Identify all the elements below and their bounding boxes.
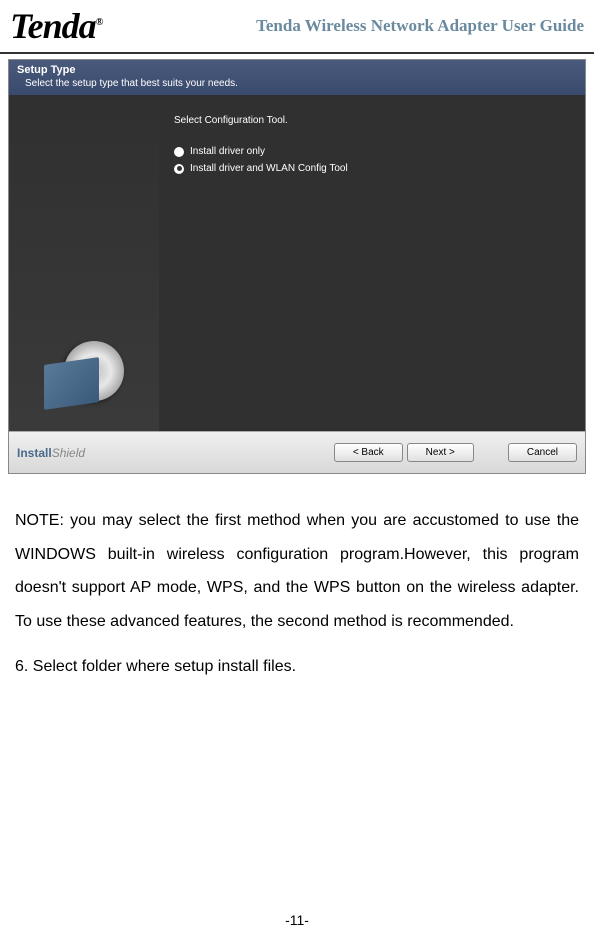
note-paragraph: NOTE: you may select the first method wh…: [0, 479, 594, 648]
installer-subtitle: Select the setup type that best suits yo…: [17, 76, 577, 89]
radio-icon-selected: [174, 164, 184, 174]
radio-option-driver-wlan[interactable]: Install driver and WLAN Config Tool: [174, 163, 570, 174]
logo-text: Tenda: [10, 6, 96, 46]
installer-body: Select Configuration Tool. Install drive…: [9, 95, 585, 431]
step-text: 6. Select folder where setup install fil…: [0, 648, 594, 687]
page-number: -11-: [285, 912, 309, 928]
tenda-logo: Tenda®: [10, 5, 110, 47]
radio-label-2: Install driver and WLAN Config Tool: [190, 163, 348, 174]
header-title: Tenda Wireless Network Adapter User Guid…: [256, 16, 584, 36]
installer-footer: InstallShield < Back Next > Cancel: [9, 431, 585, 473]
footer-buttons: < Back Next > Cancel: [334, 443, 577, 462]
brand-bold: Install: [17, 446, 52, 460]
page-header: Tenda® Tenda Wireless Network Adapter Us…: [0, 0, 594, 54]
back-button[interactable]: < Back: [334, 443, 403, 462]
installer-left-panel: [9, 95, 159, 431]
brand-light: Shield: [52, 446, 85, 460]
radio-option-driver-only[interactable]: Install driver only: [174, 146, 570, 157]
installer-right-panel: Select Configuration Tool. Install drive…: [159, 95, 585, 431]
radio-label-1: Install driver only: [190, 146, 265, 157]
next-button[interactable]: Next >: [407, 443, 474, 462]
radio-icon: [174, 147, 184, 157]
config-label: Select Configuration Tool.: [174, 115, 570, 126]
installer-window: Setup Type Select the setup type that be…: [8, 59, 586, 474]
cd-graphic-icon: [44, 341, 124, 401]
installer-header: Setup Type Select the setup type that be…: [9, 60, 585, 95]
logo-registered: ®: [96, 17, 102, 28]
installer-title: Setup Type: [17, 64, 577, 76]
cancel-button[interactable]: Cancel: [508, 443, 577, 462]
installshield-brand: InstallShield: [17, 446, 85, 460]
cd-case-icon: [44, 357, 99, 410]
